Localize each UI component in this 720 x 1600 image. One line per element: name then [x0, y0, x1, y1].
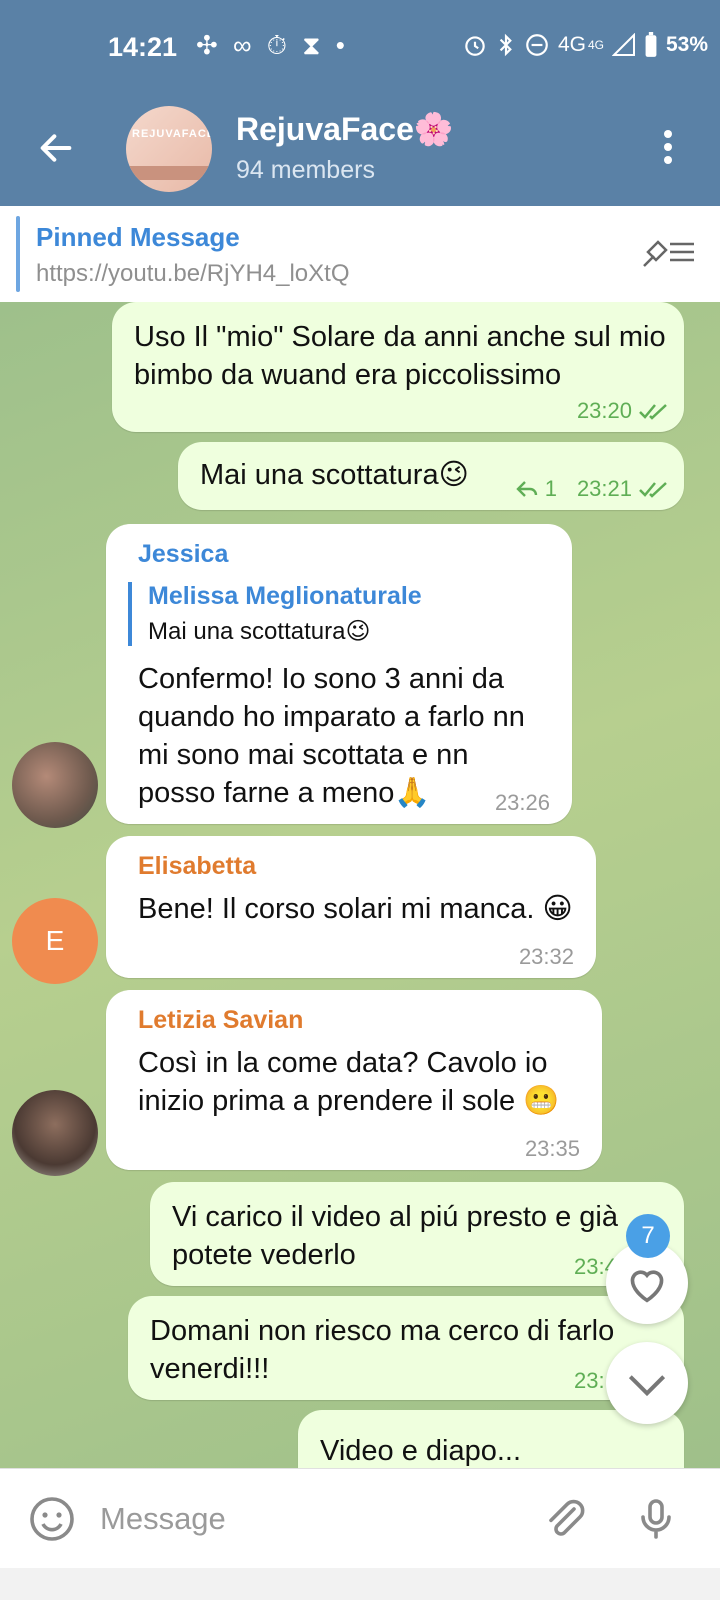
message-time: 23:35: [524, 1136, 580, 1161]
system-navigation-bar: [0, 1568, 720, 1600]
message-input[interactable]: Message: [100, 1501, 226, 1537]
pinned-message-bar[interactable]: Pinned Message https://youtu.be/RjYH4_lo…: [0, 206, 720, 303]
avatar-jessica[interactable]: [12, 742, 98, 828]
more-options-icon[interactable]: [664, 130, 674, 170]
alarm-icon: [465, 36, 485, 56]
message-outgoing[interactable]: Vi carico il video al piú presto e già p…: [150, 1182, 684, 1286]
microphone-icon[interactable]: [632, 1495, 680, 1543]
do-not-disturb-icon: [526, 34, 548, 56]
status-right: 4G 4G 53%: [462, 32, 708, 58]
heart-icon: [630, 1270, 664, 1303]
bluetooth-icon: [499, 33, 512, 57]
avatar-elisabetta[interactable]: E: [12, 898, 98, 984]
sender-name[interactable]: Jessica: [138, 540, 228, 569]
message-text: Video e diapo...: [320, 1435, 522, 1467]
message-text: Confermo! Io sono 3 anni da quando ho im…: [138, 663, 525, 809]
message-incoming[interactable]: Elisabetta Bene! Il corso solari mi manc…: [106, 836, 596, 978]
reply-text: Mai una scottatura😉: [148, 618, 371, 645]
member-count: 94 members: [236, 156, 375, 184]
reply-arrow-icon[interactable]: [515, 479, 539, 499]
emoji-icon[interactable]: [28, 1495, 76, 1543]
message-outgoing[interactable]: Mai una scottatura😉 1 23:21: [178, 442, 684, 510]
message-incoming[interactable]: Jessica Melissa Meglionaturale Mai una s…: [106, 524, 572, 824]
message-outgoing[interactable]: Uso Il "mio" Solare da anni anche sul mi…: [112, 302, 684, 432]
back-arrow-icon[interactable]: [36, 128, 76, 168]
avatar-letizia[interactable]: [12, 1090, 98, 1176]
status-notification-icons: ✣ ∞ ⏱ ⧗ •: [196, 30, 349, 60]
reply-count[interactable]: 1: [545, 476, 557, 502]
message-time: 23:: [574, 1368, 605, 1393]
message-text: Bene! Il corso solari mi manca. 😀: [138, 893, 573, 925]
network-type: 4G: [557, 33, 586, 56]
attach-icon[interactable]: [540, 1495, 588, 1543]
double-check-icon: [639, 404, 667, 420]
group-avatar-banner: [126, 166, 212, 180]
pinned-list-icon[interactable]: [640, 232, 698, 272]
reply-quote[interactable]: Melissa Meglionaturale Mai una scottatur…: [128, 582, 422, 646]
reactions-count-badge: 7: [626, 1214, 670, 1258]
message-text: Così in la come data? Cavolo io inizio p…: [138, 1047, 560, 1117]
message-time: 23:20: [577, 398, 670, 424]
battery-percent: 53%: [665, 33, 708, 56]
group-avatar[interactable]: REJUVAFACE: [126, 106, 212, 192]
message-time: 23:26: [494, 790, 550, 815]
sender-name[interactable]: Elisabetta: [138, 852, 256, 881]
chat-title[interactable]: RejuvaFace🌸: [236, 110, 454, 148]
scroll-down-button[interactable]: [606, 1342, 688, 1424]
message-time-text: 23:21: [576, 476, 632, 501]
sender-name[interactable]: Letizia Savian: [138, 1006, 303, 1035]
status-bar: 14:21 ✣ ∞ ⏱ ⧗ • 4G 4G 53%: [0, 0, 720, 92]
message-incoming[interactable]: Letizia Savian Così in la come data? Cav…: [106, 990, 602, 1170]
pinned-label: Pinned Message: [36, 222, 240, 252]
double-check-icon: [639, 482, 667, 498]
status-time: 14:21: [108, 32, 178, 62]
message-text: Mai una scottatura😉: [200, 459, 469, 491]
message-outgoing[interactable]: Domani non riesco ma cerco di farlo vene…: [128, 1296, 684, 1400]
network-type-sup: 4G: [587, 38, 604, 52]
message-text: Uso Il "mio" Solare da anni anche sul mi…: [134, 321, 666, 391]
group-avatar-text: REJUVAFACE: [132, 128, 212, 140]
pinned-indicator: [16, 216, 20, 292]
signal-icon: [611, 33, 635, 56]
pinned-text: https://youtu.be/RjYH4_loXtQ: [36, 260, 350, 287]
battery-icon: [645, 32, 657, 57]
message-time: 23:32: [518, 944, 574, 969]
chat-header: REJUVAFACE RejuvaFace🌸 94 members: [0, 92, 720, 206]
message-meta: 1 23:21: [515, 476, 670, 502]
chat-area[interactable]: Uso Il "mio" Solare da anni anche sul mi…: [0, 302, 720, 1468]
message-time-text: 23:20: [576, 398, 632, 423]
chevron-down-icon: [628, 1375, 666, 1397]
reply-sender: Melissa Meglionaturale: [148, 582, 422, 610]
message-composer: Message: [0, 1468, 720, 1569]
